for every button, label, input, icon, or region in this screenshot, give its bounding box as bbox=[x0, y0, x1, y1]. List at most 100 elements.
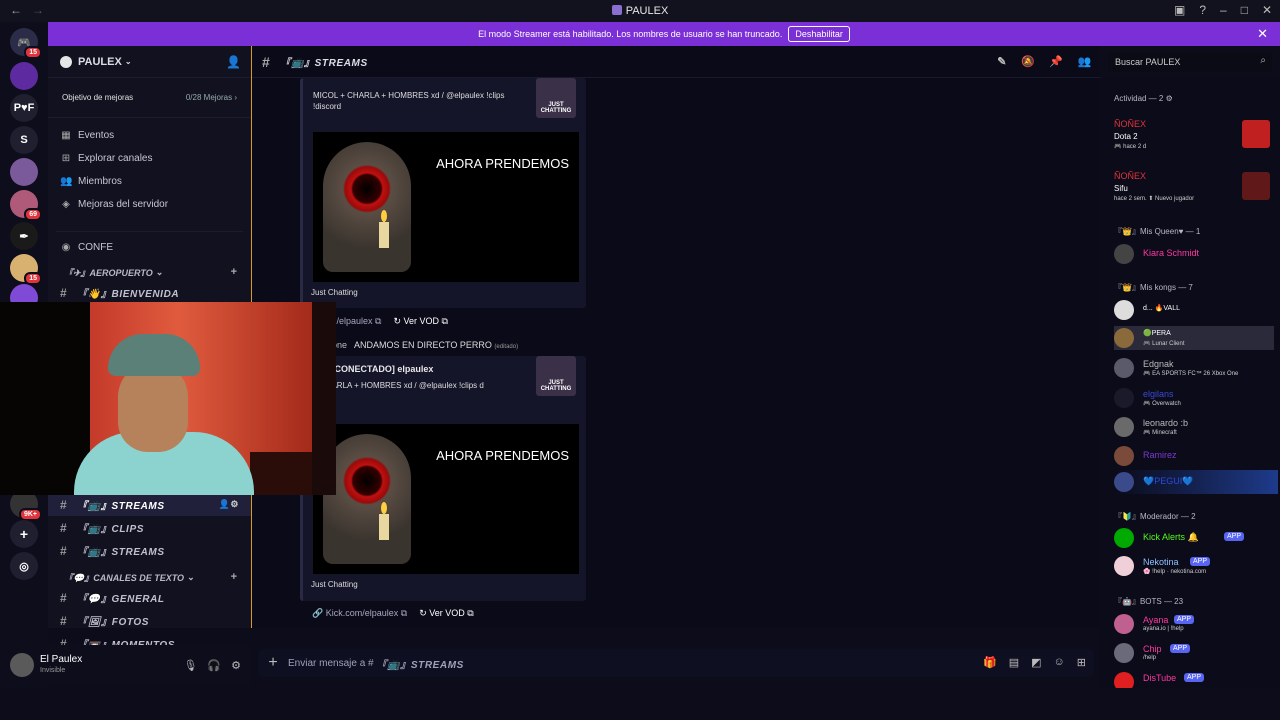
channel-fotos[interactable]: # 『🖼』FOTOS bbox=[48, 609, 251, 632]
server-avatar[interactable]: 69 bbox=[10, 190, 42, 221]
home-discord-icon[interactable]: 🎮 15 bbox=[10, 28, 42, 59]
member-list-icon[interactable]: 👥 bbox=[1078, 55, 1092, 68]
close-icon[interactable]: ✕ bbox=[1257, 26, 1268, 42]
member-row[interactable]: Kick Alerts 🔔 APP bbox=[1114, 526, 1274, 550]
activity-header: Actividad — 2 ⚙ bbox=[1114, 94, 1173, 103]
emoji-icon[interactable]: ☺ bbox=[1054, 656, 1065, 669]
search-input[interactable]: Buscar PAULEX ⌕ bbox=[1108, 52, 1272, 72]
server-avatar[interactable]: 15 bbox=[10, 254, 42, 285]
channel-settings-icon[interactable]: 👤⚙ bbox=[219, 499, 239, 510]
link-text: Kick.com/elpaulex bbox=[325, 608, 399, 618]
sticker-icon[interactable]: ◩ bbox=[1031, 656, 1041, 669]
dota-icon bbox=[1242, 120, 1270, 148]
close-window-button[interactable]: ✕ bbox=[1262, 3, 1272, 17]
vod-button[interactable]: ↻ Ver VOD ⧉ bbox=[419, 608, 474, 619]
webcam-cap bbox=[108, 334, 200, 376]
invite-icon[interactable]: 👤 bbox=[226, 55, 241, 69]
member-name: Kiara Schmidt bbox=[1143, 248, 1200, 258]
category-aeropuerto[interactable]: 『✈』AEROPUERTO ⌄ + bbox=[48, 263, 251, 281]
member-row[interactable]: Chip APP/help bbox=[1114, 641, 1274, 665]
channel-general[interactable]: # 『💬』GENERAL bbox=[48, 586, 251, 609]
role-header: 『👑』Mis Queen♥ — 1 bbox=[1114, 227, 1201, 236]
avatar[interactable] bbox=[10, 653, 34, 677]
gear-icon[interactable]: ⚙ bbox=[1166, 94, 1173, 103]
menu-events[interactable]: ▦ Eventos bbox=[48, 124, 251, 147]
server-pf[interactable]: P♥F bbox=[10, 94, 38, 122]
chevron-down-icon: ⌄ bbox=[124, 57, 132, 66]
vod-button[interactable]: ↻ Ver VOD ⧉ bbox=[393, 316, 448, 327]
add-channel-icon[interactable]: + bbox=[231, 266, 237, 278]
discover-icon[interactable]: ◎ bbox=[10, 552, 38, 580]
member-name: 💙PEGUI💙 bbox=[1143, 476, 1194, 486]
server-avatar[interactable] bbox=[10, 158, 38, 186]
server-avatar[interactable]: ✒ bbox=[10, 222, 38, 250]
boost-icon: ◈ bbox=[62, 199, 70, 210]
member-row[interactable]: Kiara Schmidt bbox=[1114, 242, 1274, 266]
composer-channel: 『📺』STREAMS bbox=[376, 659, 464, 671]
server-logo-icon bbox=[60, 55, 72, 68]
activity-item[interactable]: ÑOÑEX Dota 2 🎮 hace 2 d bbox=[1114, 116, 1274, 150]
hash-icon: # bbox=[60, 590, 68, 605]
menu-browse-channels[interactable]: ⊞ Explorar canales bbox=[48, 147, 251, 170]
maximize-button[interactable]: □ bbox=[1241, 3, 1248, 17]
user-status: Invisible bbox=[40, 667, 66, 674]
search-placeholder: Buscar PAULEX bbox=[1115, 57, 1181, 67]
inbox-icon[interactable]: ▣ bbox=[1174, 3, 1185, 17]
menu-label: Miembros bbox=[78, 176, 122, 187]
stream-link[interactable]: 🔗 Kick.com/elpaulex ⧉ bbox=[312, 608, 407, 619]
channel-bienvenida[interactable]: # 『👋』BIENVENIDA bbox=[48, 281, 251, 304]
channel-clips[interactable]: # 『📺』CLIPS bbox=[48, 516, 251, 539]
member-row[interactable]: 🟢PERA 🎮 Lunar Client bbox=[1114, 326, 1274, 350]
member-row[interactable]: leonardo :b 🎮 Minecraft bbox=[1114, 415, 1274, 439]
pin-icon[interactable]: 📌 bbox=[1049, 55, 1063, 68]
member-name: elgilans bbox=[1143, 389, 1174, 399]
activity-item[interactable]: ÑOÑEX Sifu hace 2 sem. ⬆ Nuevo jugador bbox=[1114, 168, 1274, 202]
channel-name: CONFE bbox=[78, 242, 113, 253]
window-title: PAULEX bbox=[0, 5, 1280, 17]
embed-image[interactable]: AHORA PRENDEMOS bbox=[313, 132, 579, 282]
add-channel-icon[interactable]: + bbox=[231, 571, 237, 583]
member-row[interactable]: Edgnak 🎮 EA SPORTS FC™ 26 Xbox One bbox=[1114, 356, 1274, 380]
channel-streams[interactable]: # 『📺』STREAMS bbox=[48, 539, 251, 562]
help-icon[interactable]: ? bbox=[1199, 3, 1206, 17]
embed-image[interactable]: AHORA PRENDEMOS bbox=[313, 424, 579, 574]
member-activity: 🎮 EA SPORTS FC™ 26 Xbox One bbox=[1143, 371, 1239, 377]
member-name: Kick Alerts 🔔 bbox=[1143, 532, 1199, 542]
member-row[interactable]: elgilans 🎮 Overwatch bbox=[1114, 386, 1274, 410]
app-badge: APP bbox=[1184, 673, 1205, 682]
notifications-icon[interactable]: 🔕 bbox=[1021, 55, 1035, 68]
apps-icon[interactable]: ⊞ bbox=[1077, 656, 1086, 669]
minimize-button[interactable]: – bbox=[1220, 3, 1227, 17]
server-icon[interactable] bbox=[10, 62, 38, 90]
category-canales-texto[interactable]: 『💬』CANALES DE TEXTO ⌄ + bbox=[48, 568, 251, 586]
channel-streams-active[interactable]: # 『📺』STREAMS 👤⚙ bbox=[48, 493, 251, 516]
member-row[interactable]: DisTube APP bbox=[1114, 670, 1274, 688]
boost-goal[interactable]: Objetivo de mejoras 0/28 Mejoras › bbox=[48, 78, 251, 118]
menu-members[interactable]: 👥 Miembros bbox=[48, 170, 251, 193]
member-row[interactable]: Nekotina APP 🌸 !help · nekotina.com bbox=[1114, 554, 1274, 578]
member-row[interactable]: 💙PEGUI💙 bbox=[1114, 470, 1278, 494]
member-activity: ayana.io | !help bbox=[1143, 626, 1184, 632]
microphone-icon[interactable]: 🎙 bbox=[183, 659, 197, 672]
server-header[interactable]: PAULEX ⌄ 👤 bbox=[48, 46, 251, 78]
gif-icon[interactable]: ▤ bbox=[1009, 656, 1019, 669]
add-attachment-icon[interactable]: + bbox=[258, 654, 288, 672]
role-header: 『🤖』BOTS — 23 bbox=[1114, 597, 1184, 606]
menu-server-boosts[interactable]: ◈ Mejoras del servidor bbox=[48, 193, 251, 216]
gear-icon[interactable]: ⚙ bbox=[231, 659, 241, 672]
member-row[interactable]: Ayana APP ayana.io | !help bbox=[1114, 612, 1274, 636]
channel-confe[interactable]: ◉ CONFE bbox=[48, 236, 251, 259]
goal-label: Objetivo de mejoras bbox=[62, 93, 134, 102]
member-row[interactable]: Ramirez bbox=[1114, 444, 1274, 468]
add-server-icon[interactable]: + bbox=[10, 520, 38, 548]
gift-icon[interactable]: 🎁 bbox=[983, 656, 997, 669]
message-composer[interactable]: + Enviar mensaje a # 『📺』STREAMS 🎁 ▤ ◩ ☺ … bbox=[258, 649, 1094, 677]
image-caption: AHORA PRENDEMOS bbox=[436, 156, 569, 171]
disable-streamer-button[interactable]: Deshabilitar bbox=[788, 26, 850, 42]
menu-label: Eventos bbox=[78, 130, 115, 141]
threads-icon[interactable]: ✎ bbox=[997, 55, 1007, 68]
channel-name: 『👋』BIENVENIDA bbox=[77, 289, 180, 300]
server-s[interactable]: S bbox=[10, 126, 38, 154]
headphones-icon[interactable]: 🎧 bbox=[207, 659, 221, 672]
member-row[interactable]: d... 🔥VALL bbox=[1114, 298, 1274, 322]
